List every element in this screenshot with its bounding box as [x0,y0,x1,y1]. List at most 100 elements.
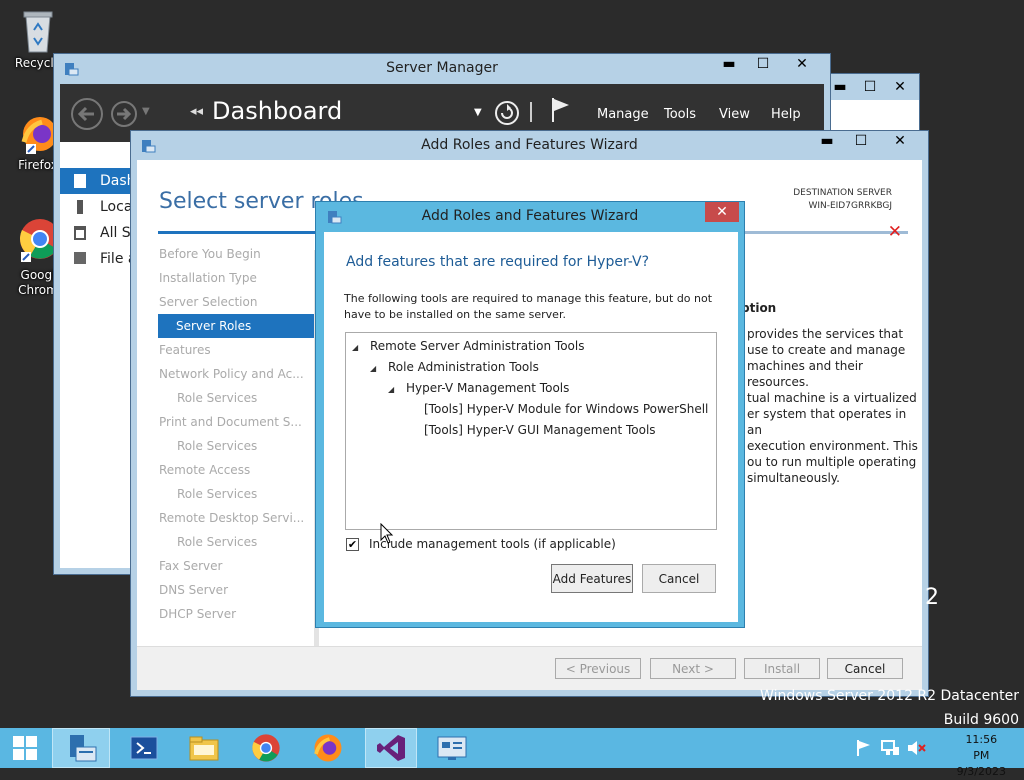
title-bar[interactable]: Server Manager ▬ ☐ ✕ [54,54,830,83]
previous-button[interactable]: < Previous [555,658,641,679]
progress-indicator [158,231,318,234]
wizard-step[interactable]: Role Services [177,439,257,453]
tree-node[interactable]: Hyper-V Management Tools [406,381,569,395]
sidebar-item-local-server[interactable]: Local [60,194,139,220]
history-dropdown-icon[interactable]: ▼ [142,106,150,117]
minimize-button[interactable]: ▬ [712,54,746,74]
visual-studio-icon [377,735,405,761]
wizard-step[interactable]: Role Services [177,391,257,405]
taskbar-powershell[interactable] [120,732,168,764]
close-button[interactable]: ✕ [878,131,922,151]
window-title: Add Roles and Features Wizard [421,137,638,153]
taskbar-control-panel[interactable] [428,732,476,764]
minimize-icon: ▬ [722,56,736,72]
maximize-button[interactable]: ☐ [746,54,780,74]
include-tools-label[interactable]: Include management tools (if applicable) [369,537,616,551]
action-center-flag-icon[interactable] [854,738,874,758]
sidebar-item-file-storage[interactable]: File a [60,246,139,272]
taskbar-firefox[interactable] [304,732,352,764]
os-edition: Windows Server 2012 R2 Datacenter [760,688,1019,704]
menu-view[interactable]: View [719,107,750,122]
maximize-icon: ☐ [863,79,877,95]
destination-server: DESTINATION SERVER WIN-EID7GRRKBGJ [793,187,892,213]
expand-collapse-icon[interactable]: ◢ [388,385,394,394]
description-line: machines and their resources. [747,359,863,389]
wizard-step[interactable]: Remote Access [159,463,250,477]
maximize-icon: ☐ [854,133,868,149]
wizard-step[interactable]: Network Policy and Ac... [159,367,304,381]
wizard-step[interactable]: Role Services [177,487,257,501]
description-line: er system that operates in an [747,407,907,437]
expand-collapse-icon[interactable]: ◢ [352,343,358,352]
menu-tools[interactable]: Tools [664,107,696,122]
forward-icon[interactable] [110,100,138,128]
minimize-icon: ▬ [833,79,847,95]
start-button[interactable] [0,732,50,764]
menu-manage[interactable]: Manage [597,107,649,122]
description-line: simultaneously. [747,471,840,485]
clock-date: 9/3/2023 [956,765,1006,778]
dialog-cancel-button[interactable]: Cancel [642,564,716,593]
install-button[interactable]: Install [744,658,820,679]
next-button[interactable]: Next > [650,658,736,679]
close-button[interactable]: ✕ [885,77,915,97]
sidebar-item-all-servers[interactable]: All Se [60,220,139,246]
wizard-step[interactable]: Installation Type [159,271,257,285]
wizard-step-selected[interactable]: Server Roles [158,314,314,338]
taskbar-server-manager[interactable] [52,728,110,768]
wizard-step[interactable]: DNS Server [159,583,228,597]
taskbar-chrome[interactable] [242,732,290,764]
page-title: Dashboard [212,97,343,125]
expand-collapse-icon[interactable]: ◢ [370,364,376,373]
wizard-step[interactable]: Features [159,343,211,357]
include-tools-checkbox[interactable]: ✔ [346,538,359,551]
refresh-icon[interactable] [494,100,520,126]
features-tree[interactable]: ◢ Remote Server Administration Tools ◢ Role… [345,332,717,530]
mouse-cursor-icon [380,523,394,544]
dialog-content: Add features that are required for Hyper… [324,232,738,622]
tree-node[interactable]: Remote Server Administration Tools [370,339,584,353]
clock[interactable]: 11:56 PM 9/3/2023 [957,732,1006,780]
powershell-icon [130,736,158,760]
taskbar-visual-studio[interactable] [365,728,417,768]
close-button[interactable]: ✕ [780,54,824,74]
dialog-close-button[interactable]: ✕ [705,202,739,222]
title-bar[interactable]: Add Roles and Features Wizard ▬ ☐ ✕ [131,131,928,160]
add-features-button[interactable]: Add Features [551,564,633,593]
nav-dropdown-icon[interactable]: ▼ [474,107,482,118]
clock-time: 11:56 PM [965,733,998,762]
firefox-icon [314,734,342,762]
menu-help[interactable]: Help [771,107,801,122]
close-icon: ✕ [716,204,728,220]
wizard-step[interactable]: DHCP Server [159,607,236,621]
sidebar-item-dashboard[interactable]: Dash [60,168,139,194]
start-icon [13,736,37,760]
server-manager-sidebar: Dash Local All Se File a [60,142,140,568]
volume-muted-icon[interactable] [906,738,926,758]
taskbar-file-explorer[interactable] [180,732,228,764]
minimize-button[interactable]: ▬ [810,131,844,151]
tree-node[interactable]: [Tools] Hyper-V Module for Windows Power… [424,402,708,416]
description-line: use to create and manage [747,343,906,357]
wizard-step[interactable]: Role Services [177,535,257,549]
maximize-button[interactable]: ☐ [844,131,878,151]
wizard-step[interactable]: Fax Server [159,559,222,573]
network-icon[interactable] [880,738,900,758]
back-icon[interactable] [70,97,104,131]
server-manager-icon [70,735,97,762]
wizard-step[interactable]: Server Selection [159,295,257,309]
wizard-step[interactable]: Remote Desktop Servi... [159,511,304,525]
storage-icon [74,252,86,264]
wizard-step[interactable]: Before You Begin [159,247,261,261]
os-watermark: Windows Server 2012 R2 Datacenter Build … [760,684,1019,732]
description-line: tual machine is a virtualized [747,391,917,405]
watermark-fragment: 2 [925,585,939,610]
cancel-button[interactable]: Cancel [827,658,903,679]
tree-node[interactable]: [Tools] Hyper-V GUI Management Tools [424,423,656,437]
servers-icon [74,226,86,240]
notifications-flag-icon[interactable] [550,96,572,124]
tree-node[interactable]: Role Administration Tools [388,360,539,374]
checkmark-icon: ✔ [347,538,358,551]
maximize-button[interactable]: ☐ [855,77,885,97]
wizard-step[interactable]: Print and Document S... [159,415,302,429]
